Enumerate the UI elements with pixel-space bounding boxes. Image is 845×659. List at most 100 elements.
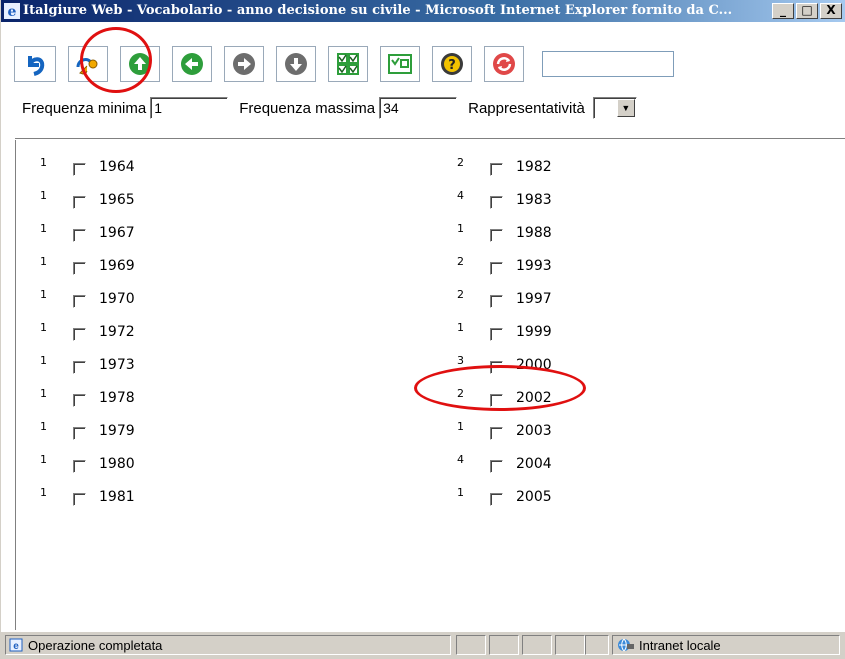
year-row[interactable]: 1 1967 <box>37 222 237 245</box>
year-checkbox[interactable] <box>73 163 86 176</box>
year-checkbox[interactable] <box>73 262 86 275</box>
svg-text:?: ? <box>448 58 456 73</box>
year-checkbox[interactable] <box>73 328 86 341</box>
freq-min-input[interactable] <box>150 97 229 119</box>
year-frequency: 2 <box>457 156 464 169</box>
year-row[interactable]: 1 1964 <box>37 156 237 179</box>
freq-max-input[interactable] <box>379 97 458 119</box>
year-checkbox[interactable] <box>73 493 86 506</box>
select-all-icon <box>337 53 359 75</box>
year-checkbox[interactable] <box>73 229 86 242</box>
toolbar: ? <box>14 44 674 84</box>
down-button[interactable] <box>276 46 316 82</box>
year-row[interactable]: 2 1997 <box>454 288 654 311</box>
year-row[interactable]: 1 2003 <box>454 420 654 443</box>
year-checkbox[interactable] <box>490 460 503 473</box>
year-frequency: 1 <box>40 189 47 202</box>
year-row[interactable]: 3 2000 <box>454 354 654 377</box>
year-frequency: 4 <box>457 189 464 202</box>
right-button[interactable] <box>224 46 264 82</box>
refresh-button[interactable] <box>484 46 524 82</box>
year-checkbox[interactable] <box>490 493 503 506</box>
year-checkbox[interactable] <box>490 295 503 308</box>
minimize-button[interactable]: _ <box>772 3 794 19</box>
year-checkbox[interactable] <box>73 295 86 308</box>
undo-button[interactable] <box>14 46 56 82</box>
year-label: 1988 <box>516 225 552 241</box>
select-all-button[interactable] <box>328 46 368 82</box>
year-label: 1997 <box>516 291 552 307</box>
year-row[interactable]: 1 2005 <box>454 486 654 509</box>
year-row[interactable]: 1 1973 <box>37 354 237 377</box>
title-bar: e Italgiure Web - Vocabolario - anno dec… <box>1 0 845 22</box>
year-frequency: 1 <box>40 387 47 400</box>
year-checkbox[interactable] <box>73 427 86 440</box>
year-frequency: 1 <box>40 354 47 367</box>
close-button[interactable]: X <box>820 3 842 19</box>
year-label: 1980 <box>99 456 135 472</box>
year-label: 1972 <box>99 324 135 340</box>
undo-icon <box>28 56 45 76</box>
status-cell <box>489 635 519 655</box>
year-checkbox[interactable] <box>490 361 503 374</box>
toolbar-search-input[interactable] <box>542 51 674 77</box>
year-row[interactable]: 1 1970 <box>37 288 237 311</box>
status-cell <box>456 635 486 655</box>
year-row[interactable]: 4 1983 <box>454 189 654 212</box>
key-button[interactable] <box>68 46 108 82</box>
year-row[interactable]: 1 1979 <box>37 420 237 443</box>
year-checkbox[interactable] <box>73 394 86 407</box>
year-frequency: 2 <box>457 255 464 268</box>
year-label: 1979 <box>99 423 135 439</box>
year-row[interactable]: 1 1999 <box>454 321 654 344</box>
year-checkbox[interactable] <box>490 262 503 275</box>
year-checkbox[interactable] <box>73 361 86 374</box>
help-button[interactable]: ? <box>432 46 472 82</box>
year-row[interactable]: 1 1980 <box>37 453 237 476</box>
year-row[interactable]: 1 1981 <box>37 486 237 509</box>
year-label: 1982 <box>516 159 552 175</box>
browser-window: e Italgiure Web - Vocabolario - anno dec… <box>0 0 845 659</box>
year-checkbox[interactable] <box>73 196 86 209</box>
status-zone: Intranet locale <box>612 635 840 655</box>
representativity-select[interactable]: ▼ <box>592 97 637 119</box>
year-label: 1978 <box>99 390 135 406</box>
year-row[interactable]: 2 1993 <box>454 255 654 278</box>
year-checkbox[interactable] <box>490 196 503 209</box>
year-checkbox[interactable] <box>490 427 503 440</box>
year-row[interactable]: 2 1982 <box>454 156 654 179</box>
year-checkbox[interactable] <box>73 460 86 473</box>
up-button[interactable] <box>120 46 160 82</box>
left-button[interactable] <box>172 46 212 82</box>
year-row[interactable]: 1 1965 <box>37 189 237 212</box>
window-title: Italgiure Web - Vocabolario - anno decis… <box>23 3 733 18</box>
year-checkbox[interactable] <box>490 229 503 242</box>
year-frequency: 1 <box>457 321 464 334</box>
year-label: 1964 <box>99 159 135 175</box>
year-label: 2004 <box>516 456 552 472</box>
status-cell <box>522 635 552 655</box>
status-cell <box>585 635 609 655</box>
year-checkbox[interactable] <box>490 394 503 407</box>
year-label: 1999 <box>516 324 552 340</box>
year-row[interactable]: 1 1988 <box>454 222 654 245</box>
arrow-left-icon <box>181 53 203 75</box>
year-frequency: 1 <box>40 321 47 334</box>
year-checkbox[interactable] <box>490 163 503 176</box>
year-row[interactable]: 1 1978 <box>37 387 237 410</box>
year-row[interactable]: 2 2002 <box>454 387 654 410</box>
chevron-down-icon[interactable]: ▼ <box>616 99 635 117</box>
year-label: 1981 <box>99 489 135 505</box>
year-checkbox[interactable] <box>490 328 503 341</box>
year-frequency: 1 <box>40 222 47 235</box>
swap-button[interactable] <box>380 46 420 82</box>
year-frequency: 1 <box>40 420 47 433</box>
year-row[interactable]: 1 1972 <box>37 321 237 344</box>
year-frequency: 2 <box>457 387 464 400</box>
representativity-label: Rappresentatività <box>468 99 585 117</box>
arrow-down-icon <box>285 53 307 75</box>
year-row[interactable]: 1 1969 <box>37 255 237 278</box>
swap-icon <box>388 54 412 74</box>
maximize-button[interactable]: □ <box>796 3 818 19</box>
year-row[interactable]: 4 2004 <box>454 453 654 476</box>
